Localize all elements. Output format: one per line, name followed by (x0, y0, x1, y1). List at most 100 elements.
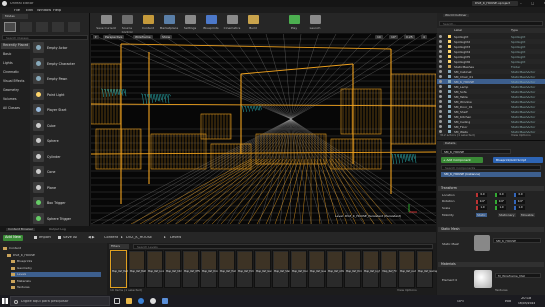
path-project[interactable]: DVZ_K_HOUSE (126, 236, 152, 240)
visibility-eye-icon[interactable] (439, 45, 442, 48)
visibility-eye-icon[interactable] (439, 105, 442, 108)
outliner-row[interactable]: SM_Walls StaticMeshActor (437, 129, 545, 134)
add-new-button[interactable]: Add New (3, 235, 23, 241)
level-asset-tile[interactable]: Map_Ref_Stairs (272, 250, 292, 288)
actor-name-field[interactable]: SM_K_HOUSE (441, 149, 511, 154)
toolbar-content-button[interactable]: Content (138, 15, 158, 33)
save-all-button[interactable]: Save All (63, 236, 77, 240)
system-clock[interactable]: 20:18 (521, 297, 531, 301)
mobility-movable-button[interactable]: Movable (520, 213, 535, 217)
category-volumes[interactable]: Volumes (1, 97, 30, 103)
visibility-eye-icon[interactable] (439, 130, 442, 133)
level-asset-tile[interactable]: Map_Ref_Dining (200, 250, 221, 288)
location-x-field[interactable]: 0.0 (476, 193, 487, 197)
level-asset-tile[interactable]: Map_Ref_Garage (254, 250, 276, 288)
back-button[interactable]: ◀ ▶ (88, 236, 95, 240)
category-all-classes[interactable]: All Classes (1, 106, 30, 112)
visibility-eye-icon[interactable] (439, 55, 442, 58)
toolbar-play-button[interactable]: Play (284, 15, 304, 33)
level-asset-tile[interactable]: Map_Ref_Hall (218, 250, 236, 288)
static-mesh-dropdown[interactable]: SM_K_HOUSE (493, 238, 541, 243)
maximize-button[interactable]: □ (531, 2, 538, 5)
search-levels-input[interactable]: Search Levels (133, 244, 433, 249)
toolbar-gear-button[interactable]: Settings (180, 15, 200, 33)
visibility-eye-icon[interactable] (439, 110, 442, 113)
category-lights[interactable]: Lights (1, 61, 30, 67)
level-asset-tile[interactable]: Map_Ref_Entry (236, 250, 256, 288)
level-viewport[interactable] (91, 34, 436, 224)
materials-section-header[interactable]: Materials (438, 262, 544, 267)
level-asset-tile[interactable]: Map_Ref_Bath (128, 250, 147, 288)
place-item[interactable]: Empty Actor (32, 41, 88, 54)
outliner-tab[interactable]: World Outliner (443, 14, 469, 17)
place-item[interactable]: Empty Character (32, 57, 88, 70)
level-asset-tile[interactable]: Map_Ref_Bedroom (110, 250, 134, 288)
foliage-mode-icon[interactable] (52, 22, 64, 32)
folder-item[interactable]: Blueprints (11, 259, 101, 264)
folder-item[interactable]: DVZ_K_HOUSE (7, 253, 97, 258)
paint-mode-icon[interactable] (20, 22, 32, 32)
weather-label[interactable]: 19°C (457, 300, 464, 303)
category-basic[interactable]: Basic (1, 52, 30, 58)
filters-button[interactable]: Filters (109, 244, 129, 249)
place-item[interactable]: Player Start (32, 103, 88, 116)
rotation-snap-button[interactable]: 10° (389, 35, 399, 39)
category-cinematic[interactable]: Cinematic (1, 70, 30, 76)
category-visual-effects[interactable]: Visual Effects (1, 79, 30, 85)
output-log-tab[interactable]: Output Log (49, 228, 66, 231)
minimize-button[interactable]: – (520, 2, 526, 5)
visibility-eye-icon[interactable] (439, 75, 442, 78)
folder-item[interactable]: Levels (11, 272, 101, 277)
place-item[interactable]: Sphere Trigger (32, 212, 88, 225)
level-asset-tile[interactable]: Map_Ref_Kitchen (164, 250, 186, 288)
toolbar-launch-button[interactable]: Launch (305, 15, 325, 33)
search-classes-input[interactable]: Search Classes (2, 35, 88, 40)
visibility-eye-icon[interactable] (439, 85, 442, 88)
category-geometry[interactable]: Geometry (1, 88, 30, 94)
level-asset-tile[interactable]: Map_Ref_Audio (398, 250, 418, 288)
scale-snap-button[interactable]: 0.25 (404, 35, 415, 39)
place-mode-icon[interactable] (4, 22, 16, 32)
cb-view-options-button[interactable]: View Options (397, 289, 417, 292)
transform-section-header[interactable]: Transform (438, 186, 544, 191)
file-explorer-icon[interactable] (126, 298, 132, 304)
wireframe-button[interactable]: Wireframe (133, 35, 153, 39)
toolbar-clapper-button[interactable]: Cinematics (222, 15, 242, 33)
path-content[interactable]: Content (104, 236, 118, 240)
place-item[interactable]: Cone (32, 165, 88, 178)
viewport-options-button[interactable]: ▾ (93, 35, 99, 39)
visibility-eye-icon[interactable] (439, 35, 442, 38)
component-search-input[interactable]: Search Components (441, 165, 541, 170)
landscape-mode-icon[interactable] (36, 22, 48, 32)
taskbar-search-input[interactable]: Digite aqui para pesquisar (10, 296, 110, 306)
visibility-eye-icon[interactable] (439, 125, 442, 128)
browser-icon[interactable] (138, 298, 144, 304)
visibility-eye-icon[interactable] (439, 70, 442, 73)
unreal-taskbar-icon[interactable] (150, 298, 156, 304)
level-asset-tile[interactable]: Map_Ref_Living (146, 250, 166, 288)
menu-edit[interactable]: Edit (26, 9, 33, 13)
place-item[interactable]: Cube (32, 119, 88, 132)
toolbar-save-button[interactable]: Save Current (96, 15, 116, 33)
category-recently-placed[interactable]: Recently Placed (1, 43, 30, 49)
outliner-search-input[interactable]: Search... (439, 21, 543, 26)
folder-item[interactable]: Materials (11, 279, 101, 284)
add-component-button[interactable]: + Add Component (441, 157, 483, 163)
visibility-eye-icon[interactable] (439, 120, 442, 123)
place-item[interactable]: Sphere (32, 134, 88, 147)
level-asset-tile[interactable]: Map_Ref_Roof (290, 250, 309, 288)
place-item[interactable]: Plane (32, 181, 88, 194)
level-asset-tile[interactable]: Map_Ref_Office (182, 250, 202, 288)
camera-speed-button[interactable]: 4 (421, 35, 427, 39)
place-item[interactable]: Cylinder (32, 150, 88, 163)
static-mesh-section-header[interactable]: Static Mesh (438, 227, 544, 232)
location-y-field[interactable]: 0.0 (495, 193, 506, 197)
folder-item[interactable]: Geometry (11, 266, 101, 271)
toolbar-marketplace-button[interactable]: Marketplace (159, 15, 179, 33)
toolbar-blueprint-button[interactable]: Blueprints (201, 15, 221, 33)
scale-x-field[interactable]: 1.0 (476, 206, 487, 210)
folder-item[interactable]: Textures (11, 285, 101, 290)
windows-start-icon[interactable] (2, 298, 8, 304)
import-button[interactable]: Import (39, 236, 51, 240)
material-dropdown[interactable]: M_Wireframe_Mat (495, 273, 541, 278)
